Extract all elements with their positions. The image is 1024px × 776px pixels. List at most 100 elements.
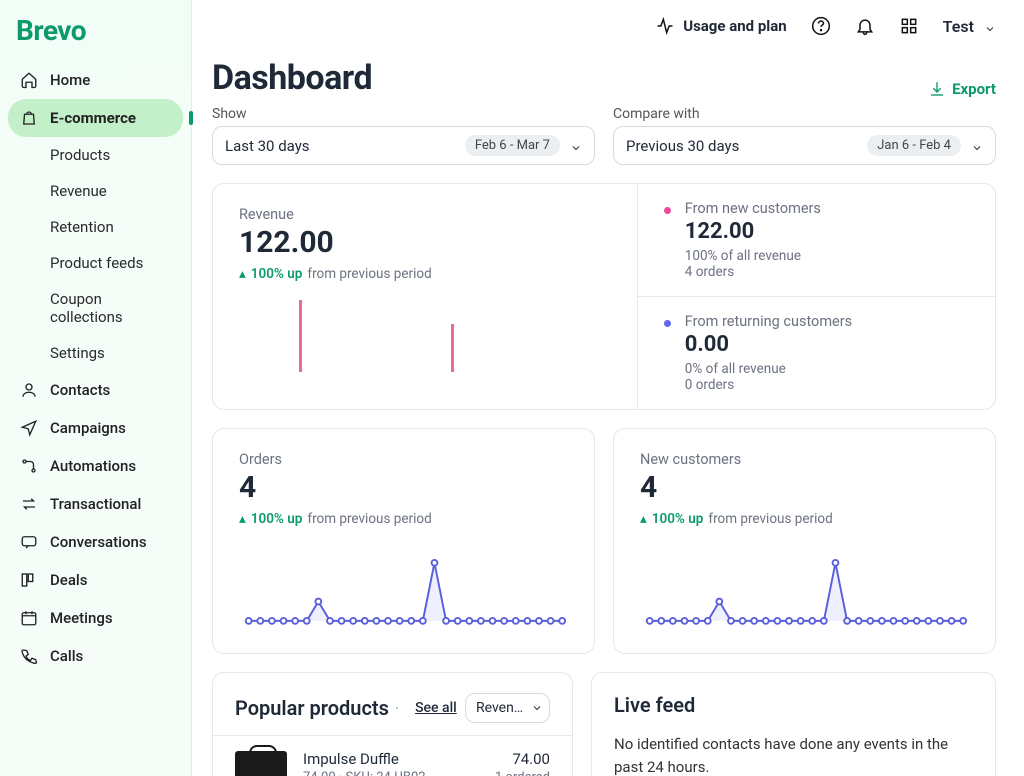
revenue-new-block: From new customers 122.00 100% of all re… [638,184,995,296]
newcust-label: New customers [640,451,969,468]
compare-range-select[interactable]: Previous 30 days Jan 6 - Feb 4 [613,126,996,165]
sidebar-item-label: Campaigns [50,419,126,437]
show-range-chip: Feb 6 - Mar 7 [465,135,560,156]
revenue-label: Revenue [239,206,611,223]
workspace-name: Test [943,17,974,36]
product-name: Impulse Duffle [303,750,479,768]
download-icon [928,80,946,98]
sidebar-item-automations[interactable]: Automations [8,447,183,485]
sidebar-item-label: Transactional [50,495,141,513]
rev-ret-orders: 0 orders [685,377,852,393]
rev-ret-share: 0% of all revenue [685,361,852,377]
sidebar-item-home[interactable]: Home [8,61,183,99]
chevron-down-icon [971,140,983,152]
dot-icon [664,320,671,327]
usage-label: Usage and plan [683,17,786,35]
orders-label: Orders [239,451,568,468]
sidebar-sub-settings[interactable]: Settings [38,335,183,371]
sidebar-item-campaigns[interactable]: Campaigns [8,409,183,447]
revenue-bars-chart [239,282,611,372]
kanban-icon [20,571,38,589]
orders-delta: ▴ 100% up from previous period [239,511,568,527]
swap-icon [20,495,38,513]
sidebar-item-conversations[interactable]: Conversations [8,523,183,561]
send-icon [20,419,38,437]
product-price: 74.00 [495,750,550,768]
arrow-up-icon: ▴ [239,266,246,282]
product-row[interactable]: Impulse Duffle 74.00 · SKU: 24-UB02 74.0… [213,735,572,776]
see-all-link[interactable]: See all [415,700,457,716]
rev-new-label: From new customers [685,200,821,217]
bell-icon[interactable] [855,16,875,36]
revenue-delta: ▴ 100% up from previous period [239,266,611,282]
show-range-select[interactable]: Last 30 days Feb 6 - Mar 7 [212,126,595,165]
rev-new-orders: 4 orders [685,264,821,280]
live-feed-card: Live feed No identified contacts have do… [591,672,996,776]
sidebar-item-calls[interactable]: Calls [8,637,183,675]
export-button[interactable]: Export [928,80,996,98]
popular-sort-select[interactable]: Reven… [465,693,550,723]
chat-icon [20,533,38,551]
brand-logo: Brevo [0,14,191,61]
sidebar: Brevo Home E-commerce Products Revenue R… [0,0,192,776]
sidebar-item-ecommerce[interactable]: E-commerce [8,99,183,137]
chevron-down-icon [984,20,996,32]
sidebar-item-label: Home [50,71,90,89]
newcust-sparkline [640,537,969,637]
export-label: Export [952,80,996,98]
sidebar-sub-coupons[interactable]: Coupon collections [38,281,183,335]
sidebar-item-transactional[interactable]: Transactional [8,485,183,523]
new-customers-card: New customers 4 ▴ 100% up from previous … [613,428,996,654]
compare-value: Previous 30 days [626,137,739,155]
sidebar-item-label: Conversations [50,533,147,551]
rev-new-share: 100% of all revenue [685,248,821,264]
popular-title: Popular products [235,696,389,720]
popular-products-card: Popular products · See all Reven… [212,672,573,776]
revenue-returning-block: From returning customers 0.00 0% of all … [638,296,995,409]
sidebar-item-label: Contacts [50,381,110,399]
rev-ret-label: From returning customers [685,313,852,330]
live-feed-title: Live feed [614,693,973,717]
compare-label: Compare with [613,106,996,122]
revenue-card: Revenue 122.00 ▴ 100% up from previous p… [212,183,996,410]
newcust-delta: ▴ 100% up from previous period [640,511,969,527]
home-icon [20,71,38,89]
sidebar-sub-products[interactable]: Products [38,137,183,173]
activity-icon [655,16,675,36]
help-icon[interactable] [811,16,831,36]
chevron-down-icon [531,702,543,714]
page-title: Dashboard [212,58,372,98]
sidebar-item-deals[interactable]: Deals [8,561,183,599]
sidebar-sub-revenue[interactable]: Revenue [38,173,183,209]
orders-value: 4 [239,470,568,505]
newcust-value: 4 [640,470,969,505]
sidebar-item-meetings[interactable]: Meetings [8,599,183,637]
sidebar-item-contacts[interactable]: Contacts [8,371,183,409]
workspace-menu[interactable]: Test [943,17,996,36]
sidebar-sub-retention[interactable]: Retention [38,209,183,245]
arrow-up-icon: ▴ [640,511,647,527]
dot-icon [664,207,671,214]
orders-card: Orders 4 ▴ 100% up from previous period [212,428,595,654]
sidebar-item-label: E-commerce [50,109,136,127]
flow-icon [20,457,38,475]
apps-icon[interactable] [899,16,919,36]
sidebar-sub-product-feeds[interactable]: Product feeds [38,245,183,281]
compare-range-chip: Jan 6 - Feb 4 [867,135,961,156]
phone-icon [20,647,38,665]
live-feed-text: No identified contacts have done any eve… [614,733,973,776]
product-ordered: 1 ordered [495,770,550,776]
sidebar-item-label: Automations [50,457,136,475]
rev-ret-value: 0.00 [685,332,852,357]
bag-icon [20,109,38,127]
product-image [235,751,287,776]
sidebar-item-label: Deals [50,571,87,589]
show-label: Show [212,106,595,122]
show-value: Last 30 days [225,137,310,155]
usage-and-plan-link[interactable]: Usage and plan [655,16,786,36]
revenue-value: 122.00 [239,225,611,260]
topbar: Usage and plan Test [192,0,1024,52]
chevron-down-icon [570,140,582,152]
user-icon [20,381,38,399]
rev-new-value: 122.00 [685,219,821,244]
